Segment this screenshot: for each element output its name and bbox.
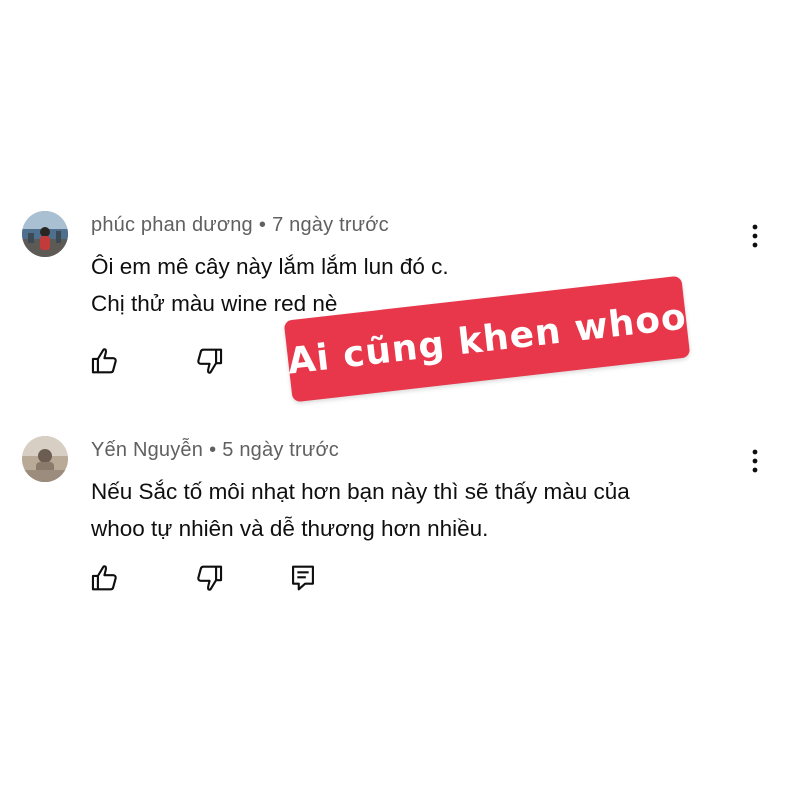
like-button[interactable] <box>88 344 122 378</box>
dislike-button[interactable] <box>192 344 226 378</box>
comment-meta: phúc phan dương • 7 ngày trước <box>91 214 389 237</box>
comment-item: Yến Nguyễn • 5 ngày trước Nếu Sắc tố môi n… <box>0 425 800 625</box>
author-name[interactable]: Yến Nguyễn <box>91 439 203 461</box>
avatar[interactable] <box>22 211 68 257</box>
more-vertical-icon <box>752 449 758 473</box>
more-options-button[interactable] <box>745 447 765 477</box>
dislike-button[interactable] <box>192 561 226 595</box>
comment-text: Nếu Sắc tố môi nhạt hơn bạn này thì sẽ t… <box>91 473 630 547</box>
author-name[interactable]: phúc phan dương <box>91 214 253 236</box>
avatar[interactable] <box>22 436 68 482</box>
comments-screen: phúc phan dương • 7 ngày trước Ôi em mê câ… <box>0 0 800 800</box>
thumbs-down-icon <box>197 348 223 374</box>
more-vertical-icon <box>752 224 758 248</box>
meta-separator: • <box>209 439 217 461</box>
comment-text-line: whoo tự nhiên và dễ thương hơn nhiều. <box>91 516 489 541</box>
meta-separator: • <box>258 214 267 236</box>
like-button[interactable] <box>88 561 122 595</box>
reply-icon <box>292 565 314 591</box>
more-options-button[interactable] <box>745 222 765 252</box>
reply-button[interactable] <box>286 561 320 595</box>
comment-meta: Yến Nguyễn • 5 ngày trước <box>91 439 339 462</box>
thumbs-up-icon <box>91 565 117 591</box>
comment-text-line: Nếu Sắc tố môi nhạt hơn bạn này thì sẽ t… <box>91 479 630 504</box>
comment-timestamp[interactable]: 7 ngày trước <box>272 214 389 236</box>
comment-timestamp[interactable]: 5 ngày trước <box>222 439 339 461</box>
thumbs-down-icon <box>197 565 223 591</box>
comment-actions <box>88 561 348 597</box>
comment-text-line: Ôi em mê cây này lắm lắm lun đó c. <box>91 254 449 279</box>
thumbs-up-icon <box>91 348 117 374</box>
